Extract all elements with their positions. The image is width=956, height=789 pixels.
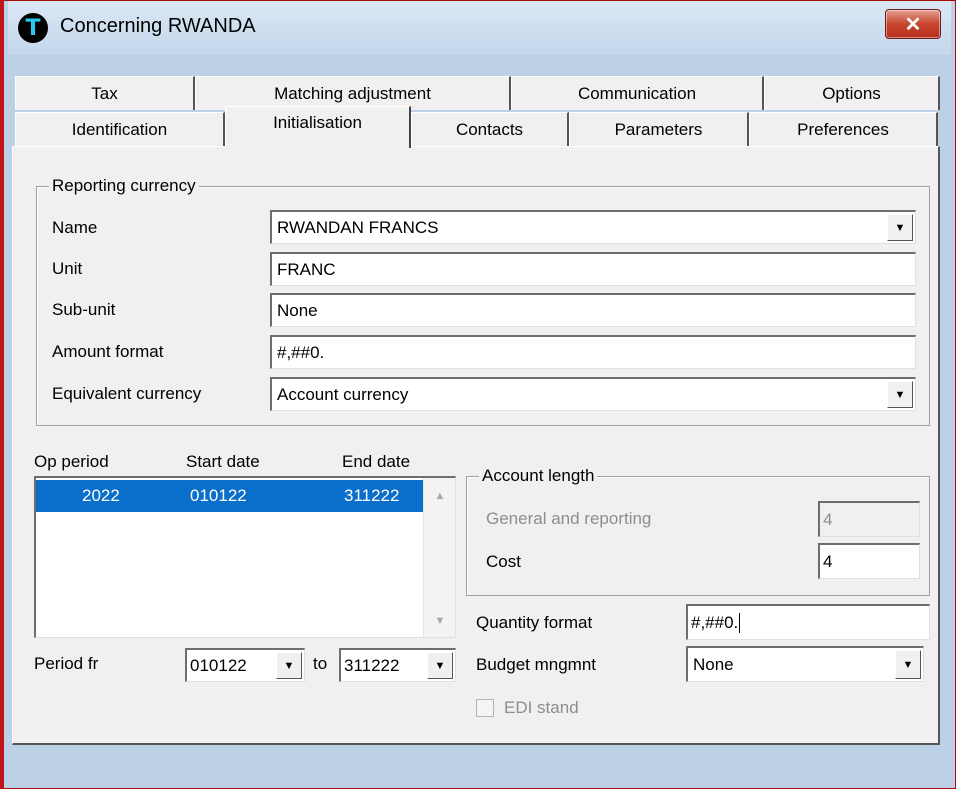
- tab-label: Initialisation: [273, 113, 362, 132]
- chevron-down-icon[interactable]: ▼: [895, 650, 921, 679]
- tab-preferences[interactable]: Preferences: [749, 112, 938, 146]
- tab-label: Parameters: [614, 119, 703, 139]
- subunit-field[interactable]: None: [270, 293, 916, 327]
- general-reporting-label: General and reporting: [486, 509, 652, 528]
- period-from-combo[interactable]: 010122 ▼: [185, 648, 305, 682]
- close-button[interactable]: ✕: [885, 9, 941, 39]
- col-op-period: Op period: [34, 452, 109, 471]
- budget-label: Budget mngmnt: [476, 655, 597, 674]
- col-start-date: Start date: [186, 452, 260, 471]
- tab-label: Contacts: [455, 119, 524, 139]
- chevron-down-icon[interactable]: ▼: [887, 381, 913, 408]
- list-item[interactable]: 2022 010122 311222: [36, 480, 424, 512]
- col-end-date: End date: [342, 452, 411, 471]
- title-bar[interactable]: T Concerning RWANDA ✕: [8, 1, 951, 55]
- name-combo[interactable]: RWANDAN FRANCS ▼: [270, 210, 916, 244]
- chevron-down-icon[interactable]: ▼: [427, 652, 453, 679]
- unit-field[interactable]: FRANC: [270, 252, 916, 286]
- reporting-currency-title: Reporting currency: [49, 176, 199, 196]
- cost-value: 4: [823, 551, 833, 571]
- list-scrollbar[interactable]: ▲ ▼: [423, 478, 455, 637]
- start-date-value: 010122: [190, 486, 247, 505]
- budget-value: None: [693, 654, 734, 674]
- quantity-format-field[interactable]: #,##0.: [686, 604, 930, 640]
- general-reporting-field: 4: [818, 501, 920, 537]
- chevron-down-icon[interactable]: ▼: [276, 652, 302, 679]
- tab-contacts[interactable]: Contacts: [411, 112, 569, 146]
- quantity-format-value: #,##0.: [691, 612, 739, 632]
- app-icon: T: [18, 13, 48, 43]
- cost-label: Cost: [486, 552, 521, 571]
- text-caret: [739, 612, 741, 633]
- scroll-up-icon[interactable]: ▲: [427, 482, 453, 510]
- tab-label: Tax: [91, 83, 118, 103]
- budget-combo[interactable]: None ▼: [686, 646, 924, 682]
- edi-checkbox: [476, 699, 494, 717]
- subunit-label: Sub-unit: [52, 300, 116, 319]
- tab-parameters[interactable]: Parameters: [569, 112, 749, 146]
- name-label: Name: [52, 218, 98, 237]
- quantity-format-label: Quantity format: [476, 613, 593, 632]
- tab-initialisation[interactable]: Initialisation: [225, 106, 411, 148]
- close-icon: ✕: [904, 13, 922, 36]
- tab-matching-adjustment[interactable]: Matching adjustment: [195, 76, 511, 110]
- cost-field[interactable]: 4: [818, 543, 920, 579]
- op-period-value: 2022: [82, 486, 120, 505]
- scroll-down-icon[interactable]: ▼: [427, 607, 453, 635]
- chevron-down-icon[interactable]: ▼: [887, 214, 913, 241]
- amount-format-value: #,##0.: [277, 342, 325, 362]
- period-from-value: 010122: [190, 655, 247, 675]
- amount-format-field[interactable]: #,##0.: [270, 335, 916, 369]
- tab-identification[interactable]: Identification: [15, 112, 225, 146]
- period-list[interactable]: 2022 010122 311222 ▲ ▼: [34, 476, 456, 638]
- period-to-combo[interactable]: 311222 ▼: [339, 648, 456, 682]
- general-reporting-value: 4: [823, 509, 833, 529]
- equivalent-currency-value: Account currency: [277, 384, 409, 404]
- tab-label: Options: [822, 83, 881, 103]
- unit-value: FRANC: [277, 259, 336, 279]
- equivalent-currency-label: Equivalent currency: [52, 384, 202, 403]
- subunit-value: None: [277, 300, 318, 320]
- equivalent-currency-combo[interactable]: Account currency ▼: [270, 377, 916, 411]
- tab-tax[interactable]: Tax: [15, 76, 195, 110]
- period-to-value: 311222: [344, 655, 400, 675]
- period-from-label: Period fr: [34, 654, 99, 673]
- name-value: RWANDAN FRANCS: [277, 217, 439, 237]
- tab-communication[interactable]: Communication: [511, 76, 764, 110]
- tab-options[interactable]: Options: [764, 76, 940, 110]
- tab-label: Communication: [577, 83, 697, 103]
- tab-label: Matching adjustment: [274, 83, 431, 103]
- to-label: to: [313, 654, 328, 673]
- account-length-title: Account length: [479, 466, 598, 486]
- amount-format-label: Amount format: [52, 342, 164, 361]
- window-title: Concerning RWANDA: [60, 15, 256, 37]
- tab-label: Identification: [71, 119, 168, 139]
- unit-label: Unit: [52, 259, 83, 278]
- edi-label: EDI stand: [504, 698, 579, 717]
- end-date-value: 311222: [344, 486, 400, 505]
- tab-label: Preferences: [797, 119, 889, 139]
